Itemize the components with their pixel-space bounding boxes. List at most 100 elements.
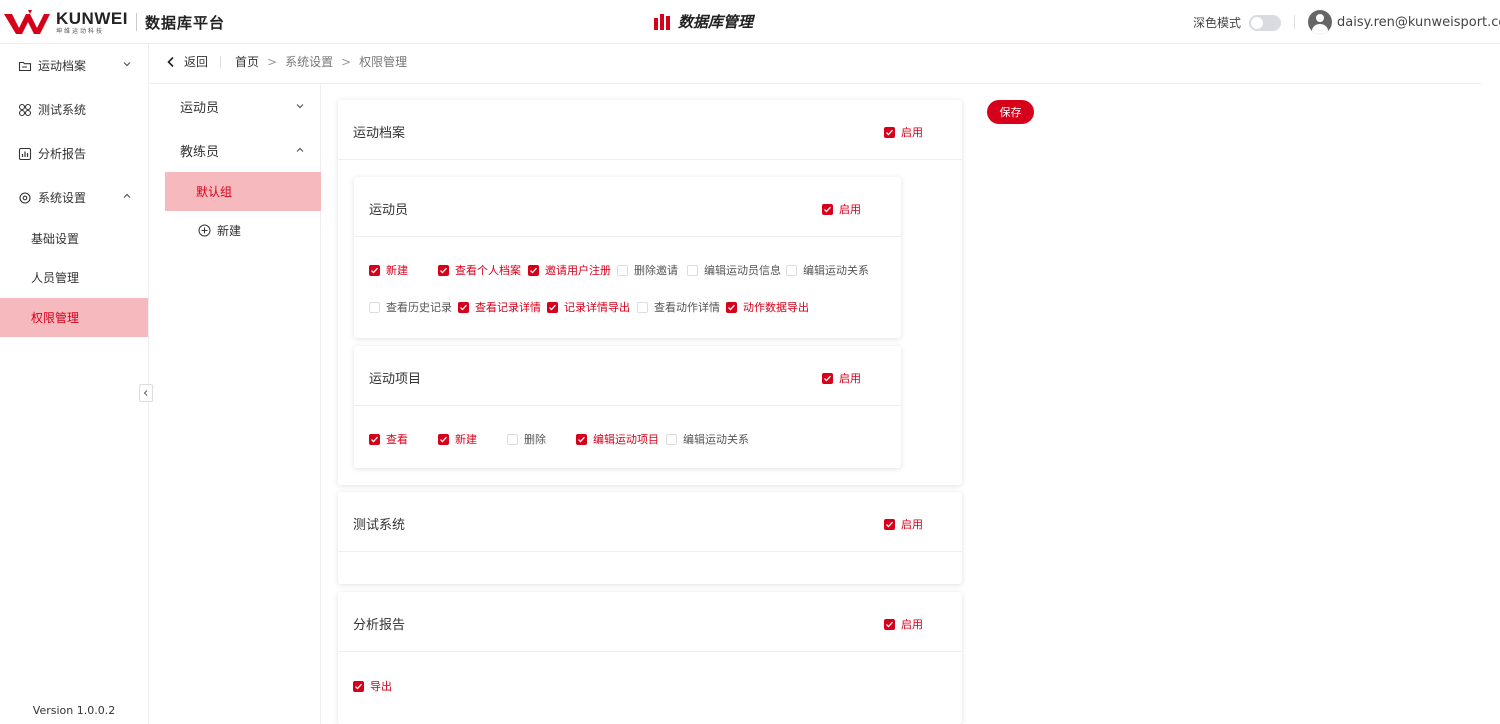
sidebar-item-label: 运动档案 (38, 59, 87, 73)
page-title-text: 数据库管理 (678, 13, 754, 31)
sidebar-item-settings[interactable]: 系统设置 (0, 178, 148, 217)
sidebar-item-test[interactable]: 测试系统 (0, 90, 148, 129)
permission-label: 邀请用户注册 (545, 264, 611, 277)
enable-checkbox-project[interactable]: 启用 (822, 370, 861, 386)
breadcrumb-separator: > (341, 54, 352, 69)
checkbox-checked-icon (884, 126, 895, 138)
sidebar-subitem-basic[interactable]: 基础设置 (0, 219, 148, 258)
enable-checkbox-test[interactable]: 启用 (884, 516, 923, 532)
dark-mode-label: 深色模式 (1193, 16, 1242, 30)
database-bars-icon (654, 13, 670, 30)
header-divider (1294, 15, 1295, 29)
card-test: 测试系统 启用 (338, 492, 962, 584)
permission-label: 新建 (455, 433, 477, 446)
permission-checkbox[interactable]: 编辑运动关系 (666, 431, 749, 447)
enable-checkbox-athlete[interactable]: 启用 (822, 201, 861, 217)
card-header: 运动项目 启用 (354, 346, 901, 406)
permission-checkbox[interactable]: 编辑运动关系 (786, 262, 869, 278)
checkbox-checked-icon (884, 518, 895, 530)
permission-checkbox[interactable]: 导出 (353, 678, 392, 694)
checkbox-checked-icon (822, 203, 833, 215)
permission-label: 删除邀请 (634, 264, 678, 277)
chevron-up-icon (123, 193, 131, 198)
permission-label: 导出 (370, 680, 392, 693)
permission-checkbox[interactable]: 记录详情导出 (547, 299, 630, 315)
enable-checkbox-archive[interactable]: 启用 (884, 124, 923, 140)
back-button[interactable]: 返回 (166, 53, 208, 70)
permission-checkbox[interactable]: 新建 (369, 262, 408, 278)
role-coach[interactable]: 教练员 (165, 128, 321, 172)
breadcrumb-permissions: 权限管理 (359, 55, 408, 69)
permission-label: 删除 (524, 433, 546, 446)
breadcrumb-home[interactable]: 首页 (235, 53, 259, 70)
permission-label: 新建 (386, 264, 408, 277)
permission-label: 编辑运动关系 (683, 433, 749, 446)
card-header: 测试系统 启用 (338, 492, 962, 552)
card-header: 运动档案 启用 (338, 100, 962, 160)
sidebar-subitem-personnel[interactable]: 人员管理 (0, 258, 148, 297)
logo-divider (135, 13, 137, 31)
checkbox-checked-icon (369, 433, 380, 445)
permission-checkbox[interactable]: 邀请用户注册 (528, 262, 611, 278)
permission-checkbox[interactable]: 动作数据导出 (726, 299, 809, 315)
breadcrumb-settings[interactable]: 系统设置 (285, 53, 333, 70)
permission-checkbox[interactable]: 查看记录详情 (458, 299, 541, 315)
permission-checkbox[interactable]: 编辑运动项目 (576, 431, 659, 447)
permission-checkbox[interactable]: 查看 (369, 431, 408, 447)
permission-label: 查看 (386, 433, 408, 446)
checkbox-checked-icon (369, 264, 380, 276)
enable-label: 启用 (901, 618, 923, 631)
top-header: KUNWEI 坤维运动科技 数据库平台 数据库管理 深色模式 daisy.ren… (0, 0, 1500, 44)
user-avatar-icon (1308, 10, 1332, 34)
user-menu[interactable]: daisy.ren@kunweisport.com (1308, 10, 1500, 34)
permission-label: 查看动作详情 (654, 301, 720, 314)
dark-mode-control: 深色模式 (1193, 14, 1282, 31)
page-title: 数据库管理 (654, 11, 753, 32)
permission-checkbox[interactable]: 删除邀请 (617, 262, 678, 278)
brand-logo[interactable]: KUNWEI 坤维运动科技 数据库平台 (4, 7, 225, 37)
platform-name: 数据库平台 (144, 13, 225, 32)
folder-icon (18, 59, 32, 73)
permission-label: 编辑运动项目 (593, 433, 659, 446)
save-button[interactable]: 保存 (987, 100, 1034, 124)
permission-checkbox[interactable]: 删除 (507, 431, 546, 447)
chevron-left-icon (167, 56, 174, 67)
role-athlete[interactable]: 运动员 (165, 84, 321, 128)
sidebar: 运动档案 测试系统 分析报告 系统设置 基础设置 人员管理 权限管理 Versi… (0, 44, 149, 724)
user-email: daisy.ren@kunweisport.com (1337, 14, 1500, 30)
new-group-label: 新建 (217, 224, 242, 238)
permission-checkbox[interactable]: 新建 (438, 431, 477, 447)
checkbox-unchecked-icon (617, 264, 628, 276)
group-default[interactable]: 默认组 (165, 172, 321, 211)
sidebar-item-report[interactable]: 分析报告 (0, 134, 148, 173)
kunwei-logo-icon (4, 10, 50, 34)
new-group-button[interactable]: 新建 (165, 211, 321, 250)
checkbox-checked-icon (438, 264, 449, 276)
permission-checkbox[interactable]: 编辑运动员信息 (687, 262, 781, 278)
logo-word: KUNWEI (56, 8, 128, 28)
sidebar-subitem-permissions[interactable]: 权限管理 (0, 298, 148, 337)
card-archive-project: 运动项目 启用 查看 新建 删除 编辑运动项目 编辑运动关系 (354, 346, 901, 468)
sidebar-item-label: 测试系统 (38, 103, 87, 117)
dark-mode-toggle[interactable] (1249, 14, 1282, 31)
permission-checkbox[interactable]: 查看历史记录 (369, 299, 452, 315)
enable-checkbox-report[interactable]: 启用 (884, 616, 923, 632)
permission-label: 编辑运动员信息 (704, 264, 781, 277)
role-label: 教练员 (180, 144, 220, 160)
permission-checkbox[interactable]: 查看动作详情 (637, 299, 720, 315)
permission-label: 编辑运动关系 (803, 264, 869, 277)
bar-chart-icon (18, 147, 32, 161)
role-label: 运动员 (180, 100, 220, 116)
sidebar-item-archive[interactable]: 运动档案 (0, 46, 148, 85)
permission-checkbox[interactable]: 查看个人档案 (438, 262, 521, 278)
checkbox-unchecked-icon (369, 301, 380, 313)
breadcrumb-separator: > (267, 54, 278, 69)
checkbox-checked-icon (547, 301, 558, 313)
permission-label: 记录详情导出 (564, 301, 630, 314)
checkbox-unchecked-icon (507, 433, 518, 445)
card-report: 分析报告 启用 导出 (338, 592, 962, 724)
checkbox-checked-icon (353, 680, 364, 692)
permission-label: 查看个人档案 (455, 264, 521, 277)
permission-label: 查看记录详情 (475, 301, 541, 314)
checkbox-checked-icon (528, 264, 539, 276)
